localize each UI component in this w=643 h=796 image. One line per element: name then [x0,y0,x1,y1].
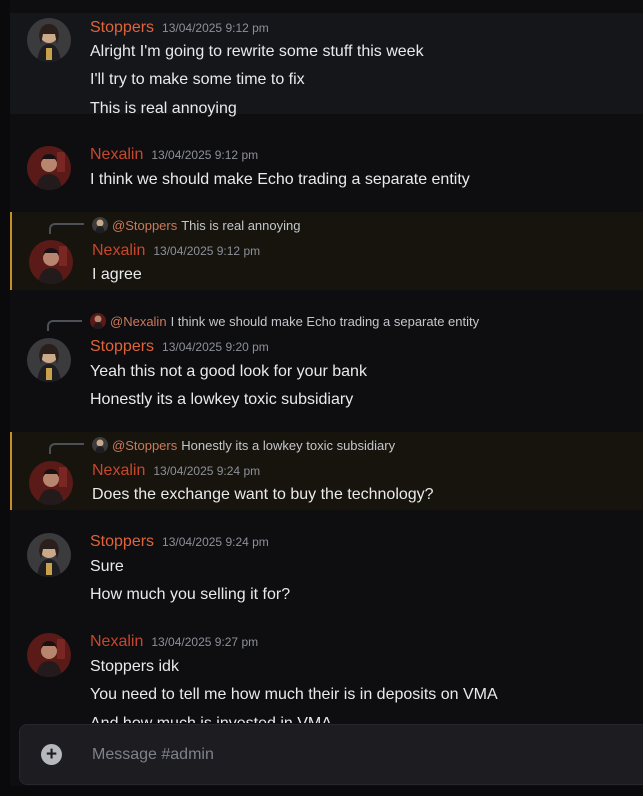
author-name[interactable]: Nexalin [92,242,145,259]
message-author[interactable]: Stoppers 13/04/2025 9:12 pm [90,19,269,37]
reply-author[interactable]: @Nexalin [110,314,167,329]
message-author[interactable]: Stoppers 13/04/2025 9:24 pm [90,533,269,551]
message-list[interactable]: Stoppers 13/04/2025 9:12 pm Alright I'm g… [10,13,643,723]
message-group-mention[interactable]: @Stoppers This is real annoying Nexalin 1… [10,212,643,290]
message-group[interactable]: @Nexalin I think we should make Echo tra… [10,309,643,419]
author-name[interactable]: Stoppers [90,19,154,36]
message-author[interactable]: Nexalin 13/04/2025 9:12 pm [90,146,258,164]
avatar-stoppers[interactable] [27,533,71,577]
message-author[interactable]: Nexalin 13/04/2025 9:27 pm [90,633,258,651]
message-text: This is real annoying [90,100,237,117]
reply-excerpt[interactable]: Honestly its a lowkey toxic subsidiary [181,438,395,453]
reply-spine [47,320,82,331]
message-input[interactable] [90,743,594,767]
message-text: Yeah this not a good look for your bank [90,363,367,380]
bottom-edge [0,786,643,796]
message-text: Does the exchange want to buy the techno… [92,486,434,503]
message-timestamp: 13/04/2025 9:12 pm [162,21,269,35]
message-timestamp: 13/04/2025 9:24 pm [162,535,269,549]
message-text: I think we should make Echo trading a se… [90,171,470,188]
reply-avatar [92,217,108,233]
message-text: Alright I'm going to rewrite some stuff … [90,43,424,60]
avatar-stoppers[interactable] [27,18,71,62]
message-group[interactable]: Nexalin 13/04/2025 9:27 pm Stoppers idk Y… [10,629,643,723]
author-name[interactable]: Stoppers [90,338,154,355]
avatar-nexalin[interactable] [29,461,73,505]
message-author[interactable]: Stoppers 13/04/2025 9:20 pm [90,338,269,356]
author-name[interactable]: Nexalin [92,462,145,479]
message-group[interactable]: Stoppers 13/04/2025 9:12 pm Alright I'm g… [10,13,643,117]
reply-reference[interactable]: @Stoppers Honestly its a lowkey toxic su… [92,437,395,453]
message-timestamp: 13/04/2025 9:27 pm [151,635,259,649]
message-timestamp: 13/04/2025 9:12 pm [151,148,259,162]
message-composer[interactable]: + [19,724,643,785]
avatar-nexalin[interactable] [27,146,71,190]
message-text: Sure [90,558,124,575]
reply-excerpt[interactable]: This is real annoying [181,218,300,233]
author-name[interactable]: Nexalin [90,633,143,650]
author-name[interactable]: Stoppers [90,533,154,550]
message-timestamp: 13/04/2025 9:20 pm [162,340,269,354]
message-text: I'll try to make some time to fix [90,71,305,88]
message-text: Stoppers idk [90,658,179,675]
reply-reference[interactable]: @Stoppers This is real annoying [92,217,300,233]
message-author[interactable]: Nexalin 13/04/2025 9:12 pm [92,242,260,260]
reply-excerpt[interactable]: I think we should make Echo trading a se… [171,314,480,329]
message-text: I agree [92,266,142,283]
left-edge [0,0,10,796]
message-author[interactable]: Nexalin 13/04/2025 9:24 pm [92,462,260,480]
message-timestamp: 13/04/2025 9:12 pm [153,244,261,258]
reply-avatar [92,437,108,453]
message-text: Honestly its a lowkey toxic subsidiary [90,391,354,408]
avatar-stoppers[interactable] [27,338,71,382]
message-text: You need to tell me how much their is in… [90,686,498,703]
message-group[interactable]: Nexalin 13/04/2025 9:12 pm I think we sho… [10,139,643,195]
avatar-nexalin[interactable] [29,240,73,284]
plus-circle-icon[interactable]: + [41,744,62,765]
reply-spine [49,223,84,234]
message-group[interactable]: Stoppers 13/04/2025 9:24 pm Sure How much… [10,529,643,609]
reply-reference[interactable]: @Nexalin I think we should make Echo tra… [90,313,479,329]
message-text: How much you selling it for? [90,586,291,603]
message-text: And how much is invested in VMA [90,715,332,723]
top-edge [10,0,643,13]
reply-author[interactable]: @Stoppers [112,218,177,233]
avatar-nexalin[interactable] [27,633,71,677]
reply-author[interactable]: @Stoppers [112,438,177,453]
author-name[interactable]: Nexalin [90,146,143,163]
reply-avatar [90,313,106,329]
message-timestamp: 13/04/2025 9:24 pm [153,464,261,478]
reply-spine [49,443,84,454]
message-group-mention[interactable]: @Stoppers Honestly its a lowkey toxic su… [10,432,643,510]
